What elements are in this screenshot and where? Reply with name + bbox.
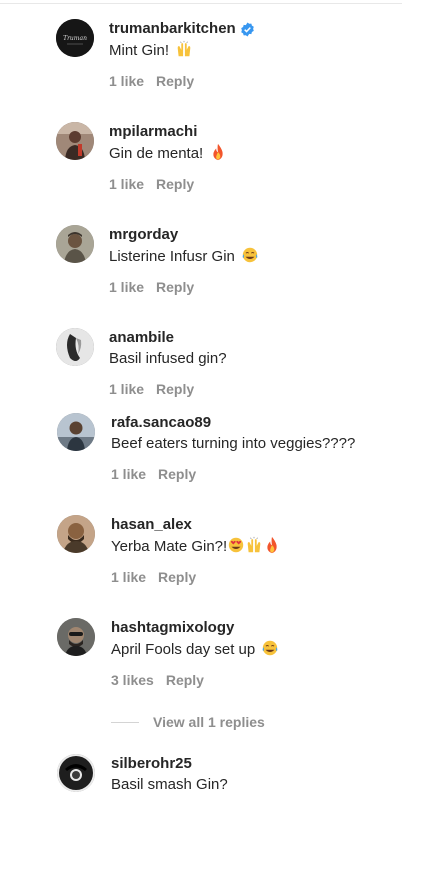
avatar[interactable] (57, 515, 95, 553)
avatar[interactable] (56, 122, 94, 160)
username-text[interactable]: mpilarmachi (109, 122, 197, 142)
raised-hands-icon (177, 40, 191, 57)
comment-text-content: Gin de menta! (109, 145, 204, 162)
comment-item: rafa.sancao89 Beef eaters turning into v… (0, 413, 442, 503)
username-text[interactable]: rafa.sancao89 (111, 413, 211, 433)
fire-icon (267, 536, 277, 554)
comment-text: April Fools day set up (111, 639, 432, 660)
likes-count[interactable]: 1 like (111, 465, 146, 483)
heart-eyes-icon (228, 537, 244, 553)
comment-meta: 3 likes Reply (111, 671, 432, 689)
likes-count[interactable]: 1 like (109, 278, 144, 296)
comment-username[interactable]: mpilarmachi (109, 122, 432, 142)
reply-button[interactable]: Reply (158, 568, 196, 586)
comment-username[interactable]: mrgorday (109, 225, 432, 245)
comment-username[interactable]: hashtagmixology (111, 618, 432, 638)
comment-username[interactable]: trumanbarkitchen (109, 19, 432, 39)
username-text[interactable]: anambile (109, 328, 174, 348)
likes-count[interactable]: 1 like (111, 568, 146, 586)
comment-text: Mint Gin! (109, 40, 432, 61)
comment-item: hasan_alex Yerba Mate Gin?! 1 like Reply (0, 515, 442, 605)
avatar[interactable] (57, 754, 95, 792)
comment-meta: 1 like Reply (111, 568, 432, 586)
tears-of-joy-icon (242, 247, 258, 263)
comment-item: anambile Basil infused gin? 1 like Reply (0, 328, 442, 418)
comment-item: mpilarmachi Gin de menta! 1 like Reply (0, 122, 442, 212)
reply-button[interactable]: Reply (156, 72, 194, 90)
avatar[interactable] (57, 413, 95, 451)
comment-meta: 1 like Reply (109, 380, 432, 398)
avatar[interactable] (56, 225, 94, 263)
comment-item: mrgorday Listerine Infusr Gin 1 like Repl… (0, 225, 442, 315)
comment-text: Gin de menta! (109, 143, 432, 164)
comment-item: hashtagmixology April Fools day set up 3… (0, 618, 442, 708)
likes-count[interactable]: 1 like (109, 72, 144, 90)
reply-button[interactable]: Reply (158, 465, 196, 483)
comment-username[interactable]: silberohr25 (111, 754, 432, 774)
comment-username[interactable]: rafa.sancao89 (111, 413, 432, 433)
view-all-replies-button[interactable]: View all 1 replies (111, 712, 265, 732)
avatar[interactable] (57, 618, 95, 656)
reply-button[interactable]: Reply (156, 175, 194, 193)
comment-text-content: Basil infused gin? (109, 350, 227, 367)
comment-text-content: Yerba Mate Gin?! (111, 538, 228, 555)
comment-text: Beef eaters turning into veggies???? (111, 434, 432, 454)
likes-count[interactable]: 3 likes (111, 671, 154, 689)
reply-button[interactable]: Reply (156, 278, 194, 296)
avatar[interactable] (56, 328, 94, 366)
comment-item: silberohr25 Basil smash Gin? (0, 754, 442, 844)
raised-hands-icon (247, 536, 261, 553)
replies-divider-line (111, 721, 139, 723)
svg-text:Truman: Truman (63, 35, 87, 42)
comment-meta: 1 like Reply (109, 175, 432, 193)
username-text[interactable]: silberohr25 (111, 754, 192, 774)
comment-text-content: Listerine Infusr Gin (109, 248, 235, 265)
username-text[interactable]: hashtagmixology (111, 618, 234, 638)
comment-username[interactable]: anambile (109, 328, 432, 348)
username-text[interactable]: mrgorday (109, 225, 178, 245)
comment-text: Basil infused gin? (109, 349, 432, 369)
reply-button[interactable]: Reply (166, 671, 204, 689)
likes-count[interactable]: 1 like (109, 175, 144, 193)
comment-text-content: Mint Gin! (109, 42, 170, 59)
avatar[interactable]: Truman (56, 19, 94, 57)
comment-text: Basil smash Gin? (111, 775, 432, 795)
comment-text-content: April Fools day set up (111, 641, 256, 658)
top-divider (0, 3, 402, 4)
tears-of-joy-icon (263, 640, 278, 656)
comment-meta: 1 like Reply (109, 72, 432, 90)
comment-username[interactable]: hasan_alex (111, 515, 432, 535)
username-text[interactable]: trumanbarkitchen (109, 19, 236, 39)
comment-text: Listerine Infusr Gin (109, 246, 432, 267)
likes-count[interactable]: 1 like (109, 380, 144, 398)
comment-meta: 1 like Reply (109, 278, 432, 296)
verified-badge-icon (240, 21, 254, 37)
comment-item: Truman trumanbarkitchen Mint Gin! 1 like… (0, 19, 442, 109)
username-text[interactable]: hasan_alex (111, 515, 192, 535)
fire-icon (213, 143, 224, 161)
comment-text: Yerba Mate Gin?! (111, 536, 432, 557)
comment-text-content: Beef eaters turning into veggies???? (111, 435, 356, 452)
reply-button[interactable]: Reply (156, 380, 194, 398)
view-all-replies-label[interactable]: View all 1 replies (153, 714, 265, 730)
comment-meta: 1 like Reply (111, 465, 432, 483)
comment-text-content: Basil smash Gin? (111, 776, 228, 793)
